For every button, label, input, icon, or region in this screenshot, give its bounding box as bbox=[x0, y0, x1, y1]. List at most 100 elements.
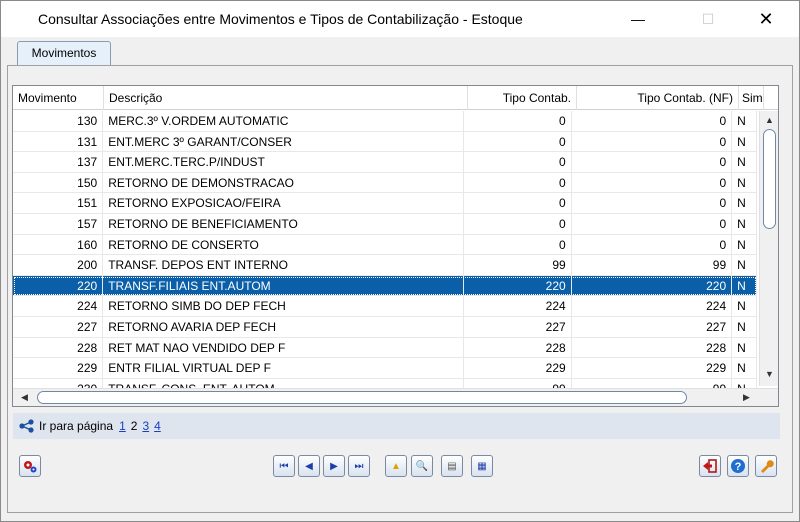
exit-button[interactable] bbox=[699, 455, 721, 477]
grid-rows: 130 MERC.3º V.ORDEM AUTOMATIC 0 0 N 131 ENT.ME… bbox=[13, 111, 758, 400]
cell-tipo-contab-nf: 227 bbox=[572, 316, 733, 337]
cell-descricao: TRANSF. DEPOS ENT INTERNO bbox=[103, 255, 464, 276]
column-header-simi[interactable]: Simi bbox=[739, 86, 764, 110]
column-header-tipo-contab[interactable]: Tipo Contab. bbox=[468, 86, 577, 110]
page-current: 2 bbox=[130, 419, 138, 433]
cell-tipo-contab: 0 bbox=[464, 131, 572, 152]
cell-descricao: RET MAT NAO VENDIDO DEP F bbox=[103, 337, 464, 358]
cell-descricao: RETORNO SIMB DO DEP FECH bbox=[103, 296, 464, 317]
previous-record-button[interactable]: ◀ bbox=[298, 455, 320, 477]
share-icon bbox=[19, 419, 34, 433]
settings-button[interactable] bbox=[19, 455, 41, 477]
window-title: Consultar Associações entre Movimentos e… bbox=[38, 11, 523, 27]
cell-tipo-contab: 229 bbox=[464, 358, 572, 379]
horizontal-scroll-thumb[interactable] bbox=[37, 391, 687, 404]
cell-tipo-contab-nf: 0 bbox=[572, 131, 733, 152]
cell-tipo-contab-nf: 0 bbox=[572, 234, 733, 255]
cell-simi: N bbox=[732, 152, 758, 173]
tab-movimentos[interactable]: Movimentos bbox=[17, 41, 111, 65]
cell-tipo-contab-nf: 224 bbox=[572, 296, 733, 317]
cell-simi: N bbox=[732, 193, 758, 214]
minimize-button[interactable]: — bbox=[615, 1, 661, 37]
cell-movimento: 200 bbox=[13, 255, 104, 276]
table-row[interactable]: 131 ENT.MERC 3º GARANT/CONSER 0 0 N bbox=[13, 131, 758, 153]
tools-button[interactable] bbox=[755, 455, 777, 477]
columns-button[interactable]: ▤ bbox=[441, 455, 463, 477]
page-link-1[interactable]: 1 bbox=[119, 419, 126, 433]
table-row[interactable]: 220 TRANSF.FILIAIS ENT.AUTOM 220 220 N bbox=[13, 275, 758, 297]
cell-descricao: RETORNO DE BENEFICIAMENTO bbox=[103, 213, 464, 234]
first-record-button[interactable]: ⏮ bbox=[273, 455, 295, 477]
cell-tipo-contab: 0 bbox=[464, 213, 572, 234]
cell-tipo-contab: 0 bbox=[464, 193, 572, 214]
cell-descricao: RETORNO AVARIA DEP FECH bbox=[103, 316, 464, 337]
cell-simi: N bbox=[732, 131, 758, 152]
column-header-tipo-contab-nf[interactable]: Tipo Contab. (NF) bbox=[577, 86, 739, 110]
title-bar: Consultar Associações entre Movimentos e… bbox=[1, 1, 799, 37]
cell-movimento: 150 bbox=[13, 172, 104, 193]
cell-tipo-contab-nf: 99 bbox=[572, 255, 733, 276]
close-button[interactable]: ✕ bbox=[743, 1, 789, 37]
cell-simi: N bbox=[732, 296, 758, 317]
cell-tipo-contab: 228 bbox=[464, 337, 572, 358]
scroll-up-icon[interactable]: ▲ bbox=[760, 115, 778, 125]
table-row[interactable]: 160 RETORNO DE CONSERTO 0 0 N bbox=[13, 234, 758, 256]
cell-descricao: ENT.MERC.TERC.P/INDUST bbox=[103, 152, 464, 173]
cell-simi: N bbox=[732, 275, 758, 296]
help-icon: ? bbox=[731, 459, 745, 473]
cell-simi: N bbox=[732, 213, 758, 234]
next-record-button[interactable]: ▶ bbox=[323, 455, 345, 477]
table-row[interactable]: 137 ENT.MERC.TERC.P/INDUST 0 0 N bbox=[13, 152, 758, 173]
column-header-descricao[interactable]: Descrição bbox=[104, 86, 468, 110]
cell-tipo-contab-nf: 228 bbox=[572, 337, 733, 358]
page-link-4[interactable]: 4 bbox=[154, 419, 161, 433]
cell-tipo-contab: 224 bbox=[464, 296, 572, 317]
table-row[interactable]: 130 MERC.3º V.ORDEM AUTOMATIC 0 0 N bbox=[13, 111, 758, 132]
table-row[interactable]: 151 RETORNO EXPOSICAO/FEIRA 0 0 N bbox=[13, 193, 758, 214]
cell-tipo-contab: 0 bbox=[464, 111, 572, 131]
column-header-movimento[interactable]: Movimento bbox=[13, 86, 104, 110]
cell-tipo-contab: 0 bbox=[464, 172, 572, 193]
cell-tipo-contab: 227 bbox=[464, 316, 572, 337]
horizontal-scrollbar[interactable]: ◀ ▶ bbox=[13, 388, 778, 406]
movements-grid: Movimento Descrição Tipo Contab. Tipo Co… bbox=[12, 85, 779, 407]
cell-movimento: 157 bbox=[13, 213, 104, 234]
table-row[interactable]: 227 RETORNO AVARIA DEP FECH 227 227 N bbox=[13, 316, 758, 338]
cell-tipo-contab-nf: 229 bbox=[572, 358, 733, 379]
table-row[interactable]: 157 RETORNO DE BENEFICIAMENTO 0 0 N bbox=[13, 213, 758, 235]
scroll-down-icon[interactable]: ▼ bbox=[760, 369, 778, 379]
cell-tipo-contab-nf: 0 bbox=[572, 172, 733, 193]
cell-simi: N bbox=[732, 316, 758, 337]
wrench-icon bbox=[761, 460, 774, 473]
cell-descricao: ENTR FILIAL VIRTUAL DEP F bbox=[103, 358, 464, 379]
exit-icon bbox=[703, 459, 717, 473]
vertical-scroll-thumb[interactable] bbox=[763, 129, 776, 229]
scroll-right-icon[interactable]: ▶ bbox=[737, 392, 756, 403]
gear-icon bbox=[24, 461, 37, 473]
cell-movimento: 220 bbox=[13, 275, 104, 296]
table-row[interactable]: 150 RETORNO DE DEMONSTRACAO 0 0 N bbox=[13, 172, 758, 194]
cell-movimento: 151 bbox=[13, 193, 104, 214]
vertical-scrollbar[interactable]: ▲ ▼ bbox=[759, 111, 778, 386]
table-row[interactable]: 229 ENTR FILIAL VIRTUAL DEP F 229 229 N bbox=[13, 358, 758, 379]
table-row[interactable]: 200 TRANSF. DEPOS ENT INTERNO 99 99 N bbox=[13, 255, 758, 276]
pagination-bar: Ir para página 1 2 3 4 bbox=[13, 413, 780, 439]
cell-tipo-contab: 220 bbox=[464, 275, 572, 296]
eject-button[interactable]: ▲ bbox=[385, 455, 407, 477]
last-record-button[interactable]: ⏭ bbox=[348, 455, 370, 477]
cell-movimento: 228 bbox=[13, 337, 104, 358]
cell-tipo-contab-nf: 220 bbox=[572, 275, 733, 296]
table-row[interactable]: 228 RET MAT NAO VENDIDO DEP F 228 228 N bbox=[13, 337, 758, 359]
cell-tipo-contab-nf: 0 bbox=[572, 213, 733, 234]
table-row[interactable]: 224 RETORNO SIMB DO DEP FECH 224 224 N bbox=[13, 296, 758, 317]
maximize-button[interactable]: ☐ bbox=[685, 1, 731, 37]
cell-tipo-contab: 0 bbox=[464, 152, 572, 173]
help-button[interactable]: ? bbox=[727, 455, 749, 477]
cell-simi: N bbox=[732, 255, 758, 276]
export-button[interactable]: ▦ bbox=[471, 455, 493, 477]
scroll-left-icon[interactable]: ◀ bbox=[15, 392, 34, 403]
cell-tipo-contab: 99 bbox=[464, 255, 572, 276]
app-icon bbox=[11, 12, 27, 26]
page-link-3[interactable]: 3 bbox=[142, 419, 149, 433]
search-button[interactable]: 🔍 bbox=[411, 455, 433, 477]
